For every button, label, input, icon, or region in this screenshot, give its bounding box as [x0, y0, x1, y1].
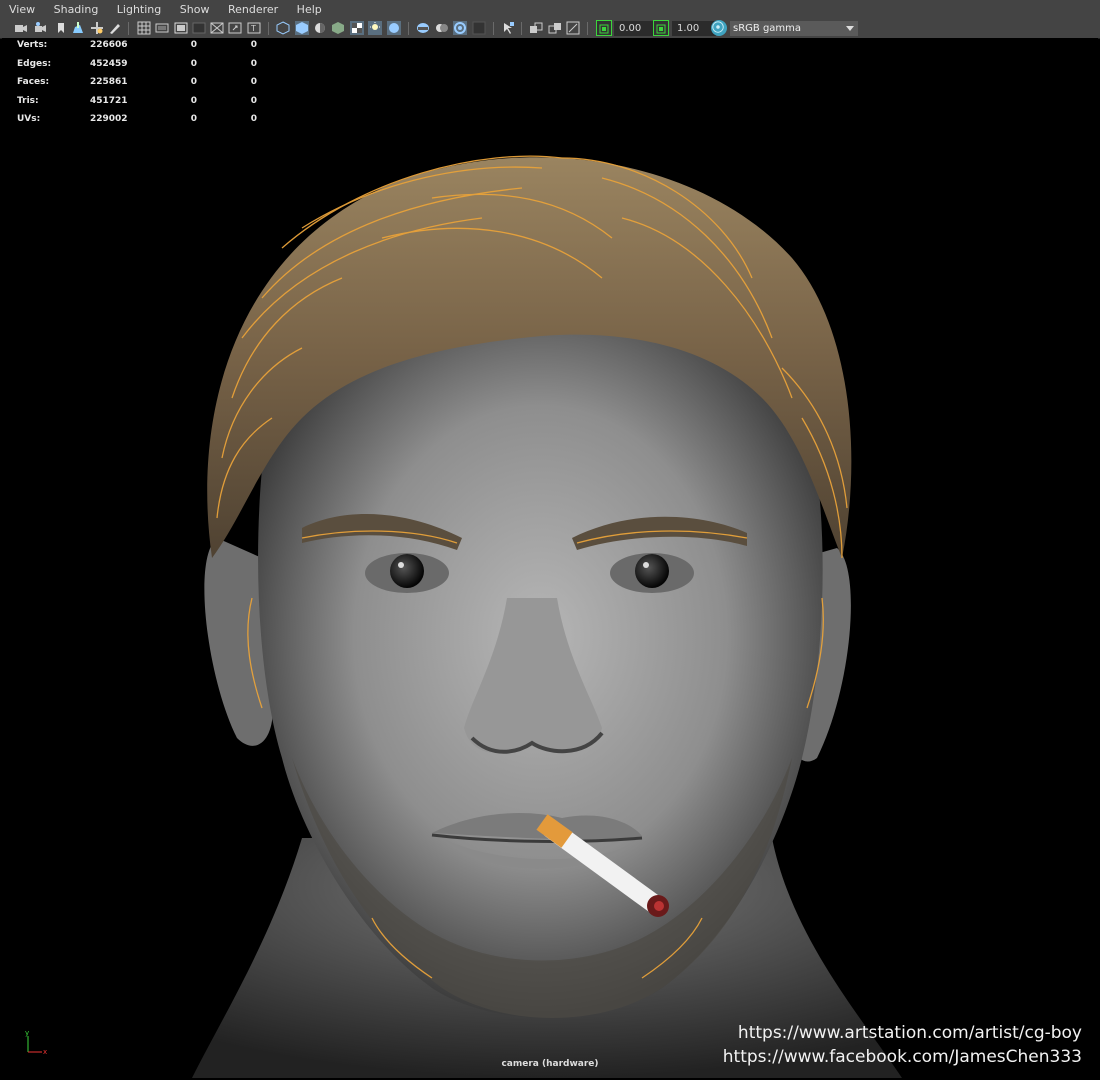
- safe-title-icon[interactable]: T: [247, 21, 261, 35]
- field-chart-icon[interactable]: [210, 21, 224, 35]
- hud-value: 451721: [90, 95, 128, 106]
- hud-value: 0: [250, 40, 257, 50]
- grid-icon[interactable]: [137, 21, 151, 35]
- exposure-field[interactable]: 0.00: [614, 21, 658, 36]
- color-space-value: sRGB gamma: [733, 23, 802, 34]
- hud-value: 0: [250, 114, 257, 124]
- hud-value: 0: [190, 77, 197, 87]
- depth-of-field-icon[interactable]: [453, 21, 467, 35]
- xray-active-icon[interactable]: [548, 21, 562, 35]
- 3d-viewport[interactable]: Verts: 226606 0 0 Edges: 452459 0 0 Face…: [2, 38, 1098, 1078]
- resolution-gate-icon[interactable]: [174, 21, 188, 35]
- hud-value: 0: [190, 114, 197, 124]
- hud-label: Tris:: [17, 95, 39, 106]
- menu-shading[interactable]: Shading: [48, 0, 105, 19]
- menu-help[interactable]: Help: [291, 0, 328, 19]
- xray-icon[interactable]: [501, 21, 515, 35]
- axis-x-label: x: [43, 1048, 47, 1056]
- default-material-icon[interactable]: [313, 21, 327, 35]
- bookmark-icon[interactable]: [54, 21, 68, 35]
- hud-value: 0: [250, 95, 257, 106]
- hud-value: 229002: [90, 114, 128, 124]
- hud-label: Faces:: [17, 77, 50, 87]
- shadows-icon[interactable]: [368, 21, 382, 35]
- hud-value: 0: [190, 95, 197, 106]
- menu-renderer[interactable]: Renderer: [222, 0, 284, 19]
- film-gate-icon[interactable]: [155, 21, 169, 35]
- hud-label: Edges:: [17, 58, 52, 69]
- maya-viewport-window: View Shading Lighting Show Renderer Help…: [0, 0, 1100, 1080]
- xray-joints-icon[interactable]: [529, 21, 543, 35]
- textured-icon[interactable]: [331, 21, 345, 35]
- panel-toolbar: T 0.00 1.00 sRGB gamma: [0, 19, 1100, 39]
- motion-blur-icon[interactable]: [416, 21, 430, 35]
- gamma-field[interactable]: 1.00: [672, 21, 716, 36]
- smooth-shade-icon[interactable]: [295, 21, 309, 35]
- hud-value: 452459: [90, 58, 128, 69]
- head-model-render: [192, 155, 902, 1078]
- hud-value: 0: [190, 58, 197, 69]
- color-space-dropdown[interactable]: sRGB gamma: [730, 21, 858, 36]
- watermark-facebook: https://www.facebook.com/JamesChen333: [722, 1047, 1082, 1067]
- menu-show[interactable]: Show: [174, 0, 216, 19]
- isolate-select-icon[interactable]: [472, 21, 486, 35]
- hud-value: 225861: [90, 77, 128, 87]
- grease-pencil-icon[interactable]: [108, 21, 122, 35]
- axis-y-label: y: [25, 1029, 29, 1037]
- anti-aliasing-icon[interactable]: [435, 21, 449, 35]
- safe-action-icon[interactable]: [228, 21, 242, 35]
- camera-attributes-icon[interactable]: [34, 21, 48, 35]
- chevron-down-icon: [846, 26, 854, 31]
- menu-view[interactable]: View: [3, 0, 41, 19]
- camera-icon[interactable]: [14, 21, 28, 35]
- gamma-icon[interactable]: [653, 20, 669, 36]
- image-plane-icon[interactable]: [71, 21, 85, 35]
- hud-toggle-icon[interactable]: [566, 21, 580, 35]
- hud-label: UVs:: [17, 114, 41, 124]
- panel-menu-bar: View Shading Lighting Show Renderer Help: [0, 0, 1100, 19]
- hud-value: 226606: [90, 40, 128, 50]
- gate-mask-icon[interactable]: [192, 21, 206, 35]
- menu-lighting[interactable]: Lighting: [111, 0, 167, 19]
- 2d-pan-zoom-icon[interactable]: [90, 21, 104, 35]
- axis-gizmo: y x: [25, 1029, 47, 1056]
- watermark-artstation: https://www.artstation.com/artist/cg-boy: [737, 1023, 1082, 1043]
- hud-value: 0: [190, 40, 197, 50]
- hud-value: 0: [250, 58, 257, 69]
- exposure-icon[interactable]: [596, 20, 612, 36]
- svg-text:T: T: [250, 24, 256, 33]
- color-management-icon[interactable]: [711, 20, 727, 36]
- wireframe-icon[interactable]: [276, 21, 290, 35]
- ambient-occlusion-icon[interactable]: [387, 21, 401, 35]
- hud-value: 0: [250, 77, 257, 87]
- use-all-lights-icon[interactable]: [350, 21, 364, 35]
- hud-label: Verts:: [17, 40, 48, 50]
